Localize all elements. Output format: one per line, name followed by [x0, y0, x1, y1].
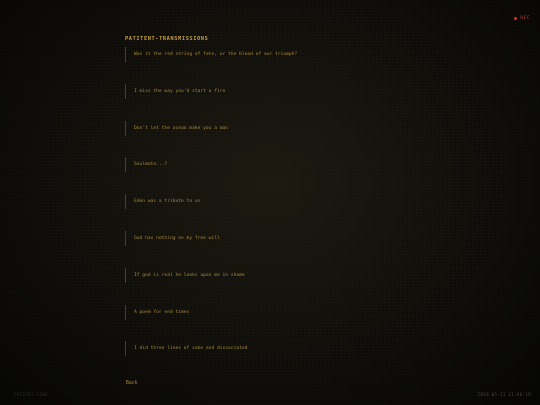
transmission-link[interactable]: If god is real he looks upon me in shame — [125, 267, 245, 283]
transmission-link[interactable]: Soulmate...? — [125, 157, 167, 173]
transmission-list: Was it the red string of fate, or the bl… — [125, 47, 425, 378]
transmission-link[interactable]: A poem for end times — [125, 304, 189, 320]
page-title: PATITENT-TRANSMISSIONS — [125, 36, 209, 42]
transmission-link[interactable]: I miss the way you'd start a fire — [125, 83, 225, 99]
list-item: Eden was a tribute to us — [125, 194, 425, 231]
footer-label: PATIENT-LINK — [14, 392, 48, 397]
list-item: I miss the way you'd start a fire — [125, 83, 425, 121]
list-item: Soulmate...? — [125, 157, 425, 194]
back-link[interactable]: Back — [126, 381, 138, 386]
list-item: If god is real he looks upon me in shame — [125, 267, 425, 305]
recording-indicator: REC — [514, 16, 530, 21]
transmission-link[interactable]: Don't let the ocean make you a man — [125, 120, 228, 136]
transmission-link[interactable]: Eden was a tribute to us — [125, 194, 200, 210]
list-item: God has nothing on my free will — [125, 230, 425, 268]
list-item: Was it the red string of fate, or the bl… — [125, 47, 425, 84]
rec-label: REC — [520, 16, 530, 21]
transmission-link[interactable]: Was it the red string of fate, or the bl… — [125, 47, 297, 62]
list-item: I did three lines of coke and dissociate… — [125, 341, 425, 378]
list-item: Don't let the ocean make you a man — [125, 120, 425, 158]
list-item: A poem for end times — [125, 304, 425, 342]
timestamp: 2026-05-11 21:06:19 — [477, 392, 531, 397]
transmission-link[interactable]: I did three lines of coke and dissociate… — [125, 341, 247, 357]
record-dot-icon — [514, 17, 518, 20]
transmission-link[interactable]: God has nothing on my free will — [125, 230, 220, 246]
